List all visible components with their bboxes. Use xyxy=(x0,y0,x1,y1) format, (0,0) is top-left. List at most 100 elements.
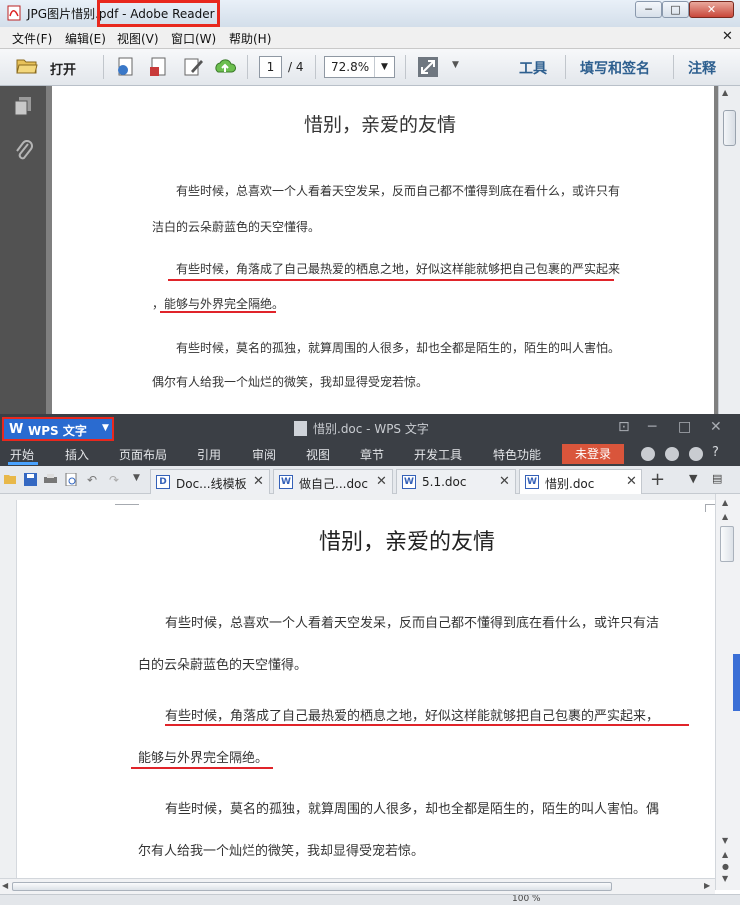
doc-tab[interactable]: W 5.1.doc ✕ xyxy=(396,469,516,494)
comment-pane-button[interactable]: 注释 xyxy=(688,58,716,78)
wps-paragraph-line: 尔有人给我一个灿烂的微笑，我却显得受宠若惊。 xyxy=(138,844,425,859)
next-page-icon[interactable]: ▼ xyxy=(722,874,728,883)
scrollbar-thumb[interactable] xyxy=(12,882,612,891)
create-pdf-icon[interactable] xyxy=(115,56,137,78)
scroll-up-icon[interactable]: ▲ xyxy=(722,498,728,507)
pdf-paragraph-line: 有些时候，角落成了自己最热爱的栖息之地，好似这样能就够把自己包裹的严实起来 xyxy=(176,262,621,276)
toolbar-separator xyxy=(405,55,406,79)
doc-tab-active[interactable]: W 惜别.doc ✕ xyxy=(519,469,642,495)
reader-toolbar: 打开 1 / 4 72.8% ▼ ▼ 工具 填写和签名 注释 xyxy=(0,49,740,86)
tab-developer[interactable]: 开发工具 xyxy=(414,446,462,463)
doc-tab[interactable]: W 做自己...doc ✕ xyxy=(273,469,393,494)
maximize-button[interactable]: □ xyxy=(662,1,689,18)
red-underline xyxy=(165,724,689,726)
red-underline xyxy=(168,279,614,281)
save-icon[interactable] xyxy=(24,473,37,486)
close-icon[interactable]: ✕ xyxy=(376,474,387,489)
zoom-level[interactable]: 100 % xyxy=(512,895,541,904)
highlight-box-pdf xyxy=(97,0,220,27)
select-browse-icon[interactable]: ● xyxy=(722,862,729,871)
toolbar-more-icon[interactable]: ▼ xyxy=(452,60,459,70)
vertical-scrollbar[interactable]: ▲ xyxy=(718,86,740,414)
fill-sign-pane-button[interactable]: 填写和签名 xyxy=(580,58,650,78)
undo-icon[interactable]: ↶ xyxy=(87,473,100,487)
reader-menu-bar: 文件(F) 编辑(E) 视图(V) 窗口(W) 帮助(H) ✕ xyxy=(0,27,740,49)
pdf-paragraph-line: ，能够与外界完全隔绝。 xyxy=(152,297,285,311)
scroll-up-icon[interactable]: ▲ xyxy=(722,512,728,521)
pdf-app-icon xyxy=(7,5,21,21)
chevron-down-icon: ▼ xyxy=(102,423,109,433)
side-panel-tab[interactable] xyxy=(733,654,740,711)
print-icon[interactable] xyxy=(44,473,57,486)
doc-tab[interactable]: D Doc...线模板 ✕ xyxy=(150,469,270,494)
close-icon[interactable]: ✕ xyxy=(253,474,264,489)
close-button[interactable]: ✕ xyxy=(689,1,734,18)
minimize-button[interactable]: ─ xyxy=(635,1,662,18)
sync-icon[interactable] xyxy=(665,447,679,461)
pdf-page: 惜别，亲爱的友情 有些时候，总喜欢一个人看着天空发呆，反而自己都不懂得到底在看什… xyxy=(52,86,714,414)
close-icon[interactable]: ✕ xyxy=(499,474,510,489)
prev-page-icon[interactable]: ▲ xyxy=(722,850,728,859)
export-pdf-icon[interactable] xyxy=(148,56,170,78)
doc-tab-icon: D xyxy=(156,475,170,489)
menu-file[interactable]: 文件(F) xyxy=(12,30,52,47)
horizontal-scrollbar[interactable]: ◀ ▶ xyxy=(0,878,715,894)
redo-icon[interactable]: ↷ xyxy=(109,473,122,487)
tab-list-icon[interactable]: ▼ xyxy=(689,472,697,485)
tab-features[interactable]: 特色功能 xyxy=(493,446,541,463)
folder-open-icon[interactable] xyxy=(16,57,38,75)
menu-view[interactable]: 视图(V) xyxy=(117,30,159,47)
maximize-button[interactable]: □ xyxy=(678,419,691,435)
tools-pane-button[interactable]: 工具 xyxy=(519,58,547,78)
upload-cloud-icon[interactable] xyxy=(214,56,236,78)
close-button[interactable]: ✕ xyxy=(710,419,722,435)
login-button[interactable]: 未登录 xyxy=(562,444,624,464)
new-tab-icon[interactable]: + xyxy=(650,469,665,490)
minimize-button[interactable]: ─ xyxy=(648,419,656,435)
doc-tab-label: 5.1.doc xyxy=(422,475,467,489)
zoom-value: 72.8% xyxy=(331,60,370,74)
skin-icon[interactable]: ⊡ xyxy=(618,419,630,435)
page-thumbnails-icon[interactable] xyxy=(14,96,32,116)
scrollbar-thumb[interactable] xyxy=(723,110,736,146)
doc-tab-icon: W xyxy=(525,475,539,489)
wps-app-menu-button[interactable]: W WPS 文字 ▼ xyxy=(2,417,114,441)
chevron-down-icon[interactable]: ▼ xyxy=(374,57,394,77)
wps-paragraph-line: 有些时候，总喜欢一个人看着天空发呆，反而自己都不懂得到底在看什么，或许只有洁 xyxy=(165,616,660,631)
tab-page-layout[interactable]: 页面布局 xyxy=(119,446,167,463)
menu-edit[interactable]: 编辑(E) xyxy=(65,30,106,47)
scroll-right-icon[interactable]: ▶ xyxy=(704,881,710,890)
menu-window[interactable]: 窗口(W) xyxy=(171,30,216,47)
menu-help[interactable]: 帮助(H) xyxy=(229,30,271,47)
tab-references[interactable]: 引用 xyxy=(197,446,221,463)
cloud-icon[interactable] xyxy=(641,447,655,461)
red-underline xyxy=(160,311,276,313)
scroll-up-icon[interactable]: ▲ xyxy=(722,88,728,97)
folder-open-icon[interactable] xyxy=(4,473,17,486)
print-preview-icon[interactable] xyxy=(65,473,78,486)
pdf-paragraph-line: 有些时候，莫名的孤独，就算周围的人很多，却也全都是陌生的，陌生的叫人害怕。 xyxy=(176,341,621,355)
tab-insert[interactable]: 插入 xyxy=(65,446,89,463)
open-button[interactable]: 打开 xyxy=(50,59,76,78)
scrollbar-thumb[interactable] xyxy=(720,526,734,562)
tab-view[interactable]: 视图 xyxy=(306,446,330,463)
tab-start[interactable]: 开始 xyxy=(10,446,34,463)
qat-menu-icon[interactable]: ▼ xyxy=(133,473,146,486)
tab-options-icon[interactable]: ▤ xyxy=(712,472,722,485)
page-number-input[interactable]: 1 xyxy=(259,56,282,78)
edit-document-icon[interactable] xyxy=(182,56,204,78)
tab-chapter[interactable]: 章节 xyxy=(360,446,384,463)
paperclip-icon[interactable] xyxy=(14,138,34,162)
wps-ribbon-tabs: 开始 插入 页面布局 引用 审阅 视图 章节 开发工具 特色功能 未登录 ? xyxy=(0,442,740,466)
document-tab-bar: ↶ ↷ ▼ D Doc...线模板 ✕ W 做自己...doc ✕ W 5.1.… xyxy=(0,466,740,495)
close-icon[interactable]: ✕ xyxy=(626,474,637,489)
help-button[interactable]: ? xyxy=(712,445,719,460)
toolbar-separator xyxy=(565,55,566,79)
scroll-left-icon[interactable]: ◀ xyxy=(2,881,8,890)
shirt-icon[interactable] xyxy=(689,447,703,461)
zoom-select[interactable]: 72.8% ▼ xyxy=(324,56,395,78)
scroll-down-icon[interactable]: ▼ xyxy=(722,836,728,845)
document-close-icon[interactable]: ✕ xyxy=(722,29,733,44)
fit-page-icon[interactable] xyxy=(417,56,439,78)
tab-review[interactable]: 审阅 xyxy=(252,446,276,463)
